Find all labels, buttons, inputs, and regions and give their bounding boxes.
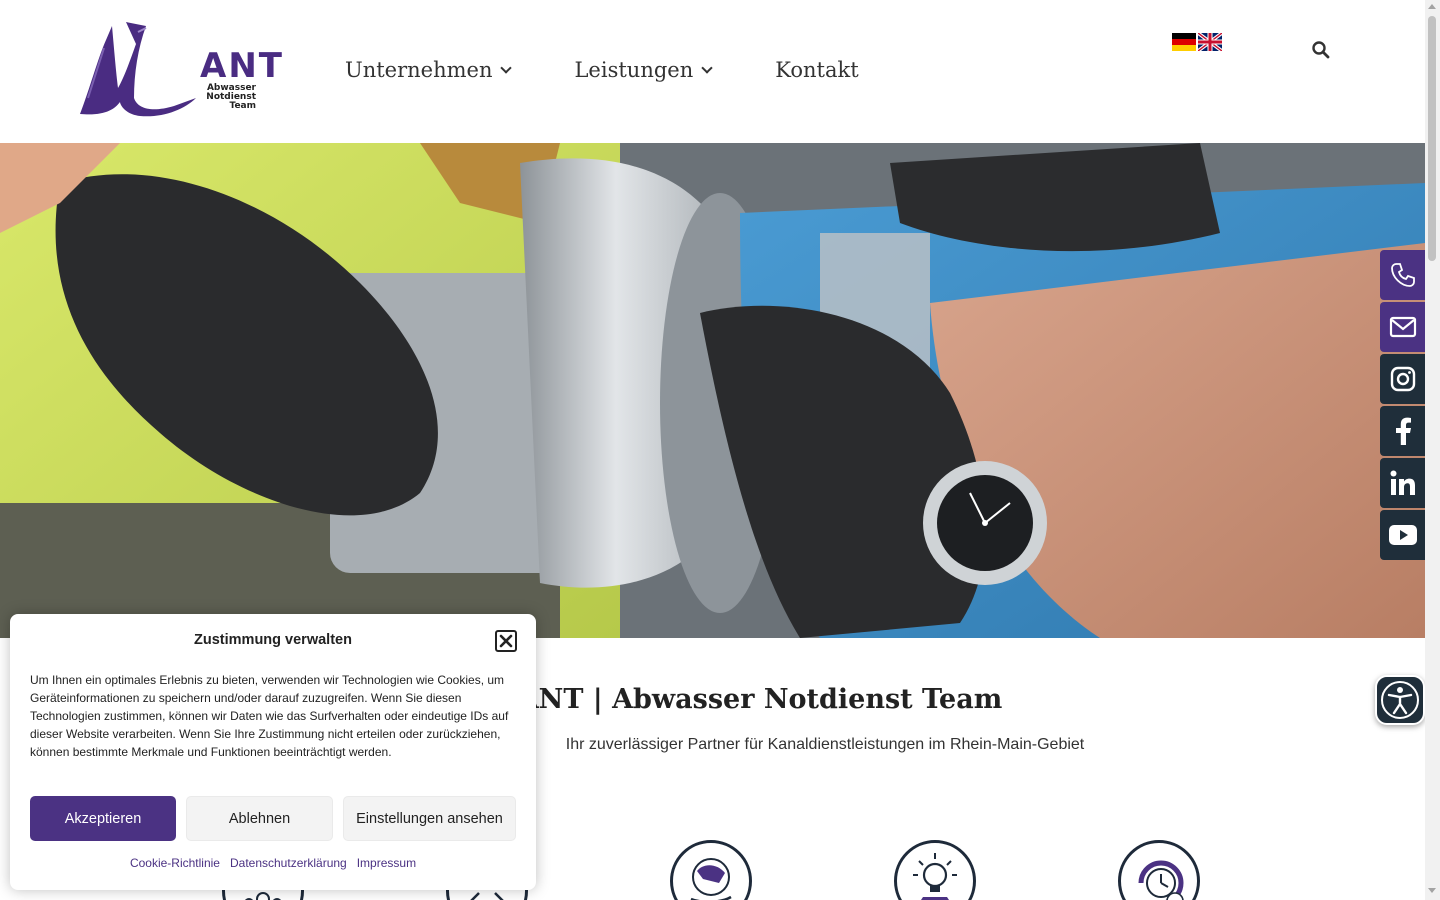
uk-flag-icon[interactable] [1198,33,1222,51]
facebook-icon [1396,417,1411,445]
close-button[interactable] [495,630,517,652]
imprint-link[interactable]: Impressum [357,856,416,870]
instagram-icon [1390,366,1416,392]
search-button[interactable] [1311,40,1331,60]
cookie-dialog-title: Zustimmung verwalten [194,632,352,648]
accessibility-button[interactable] [1375,675,1425,725]
logo-tagline-line-3: Team [229,101,257,111]
social-sidebar [1380,250,1426,562]
lightbulb-icon [894,840,976,900]
page-scrollbar[interactable] [1425,0,1440,900]
de-flag-icon[interactable] [1172,33,1196,51]
youtube-icon [1389,525,1417,545]
wrench-hand-icon [670,840,752,900]
scroll-up-arrow-icon[interactable] [1428,4,1436,9]
site-header: ANT Abwasser Notdienst Team Unternehmen … [0,0,1425,143]
search-icon [1312,41,1330,59]
accept-button[interactable]: Akzeptieren [30,796,176,841]
view-settings-button[interactable]: Einstellungen ansehen [343,796,516,841]
language-switcher [1172,33,1222,51]
instagram-button[interactable] [1380,354,1426,404]
cookie-policy-link[interactable]: Cookie-Richtlinie [130,856,220,870]
nav-item-label: Leistungen [574,58,694,82]
main-nav: Unternehmen Leistungen Kontakt [345,58,859,82]
lightbulb-icon-graphic [913,853,957,900]
close-icon [499,634,513,648]
cookie-consent-dialog: Zustimmung verwalten Um Ihnen ein optima… [10,614,536,890]
clock-24-icon [1118,840,1200,900]
logo-tagline: Abwasser Notdienst Team [198,84,256,111]
youtube-button[interactable] [1380,510,1426,560]
linkedin-button[interactable] [1380,458,1426,508]
accessibility-icon [1381,681,1419,719]
scrollbar-thumb[interactable] [1428,16,1436,261]
wrench-hand-icon-graphic [690,858,732,900]
nav-item-label: Unternehmen [345,58,493,82]
site-logo[interactable]: ANT Abwasser Notdienst Team [76,18,282,118]
deny-button[interactable]: Ablehnen [186,796,333,841]
chevron-down-icon [500,62,513,74]
mail-button[interactable] [1380,302,1426,352]
page: ANT Abwasser Notdienst Team Unternehmen … [0,0,1440,900]
linkedin-icon [1390,470,1415,495]
cookie-dialog-links: Cookie-Richtlinie Datenschutzerklärung I… [10,856,536,870]
clock-24-icon-graphic [1138,860,1184,900]
privacy-policy-link[interactable]: Datenschutzerklärung [230,856,347,870]
phone-icon [1391,263,1415,287]
nav-item-unternehmen[interactable]: Unternehmen [345,58,513,82]
logo-wordmark: ANT [200,46,284,86]
hero-photo-pipe-coupling [0,143,1425,638]
nav-item-kontakt[interactable]: Kontakt [775,58,858,82]
cookie-dialog-text: Um Ihnen ein optimales Erlebnis zu biete… [30,673,509,759]
mail-icon [1389,316,1417,338]
nav-item-leistungen[interactable]: Leistungen [574,58,713,82]
scroll-down-arrow-icon[interactable] [1428,888,1436,893]
chevron-down-icon [701,62,713,74]
nav-item-label: Kontakt [775,58,859,82]
phone-button[interactable] [1380,250,1426,300]
facebook-button[interactable] [1380,406,1426,456]
hero-image [0,143,1425,638]
